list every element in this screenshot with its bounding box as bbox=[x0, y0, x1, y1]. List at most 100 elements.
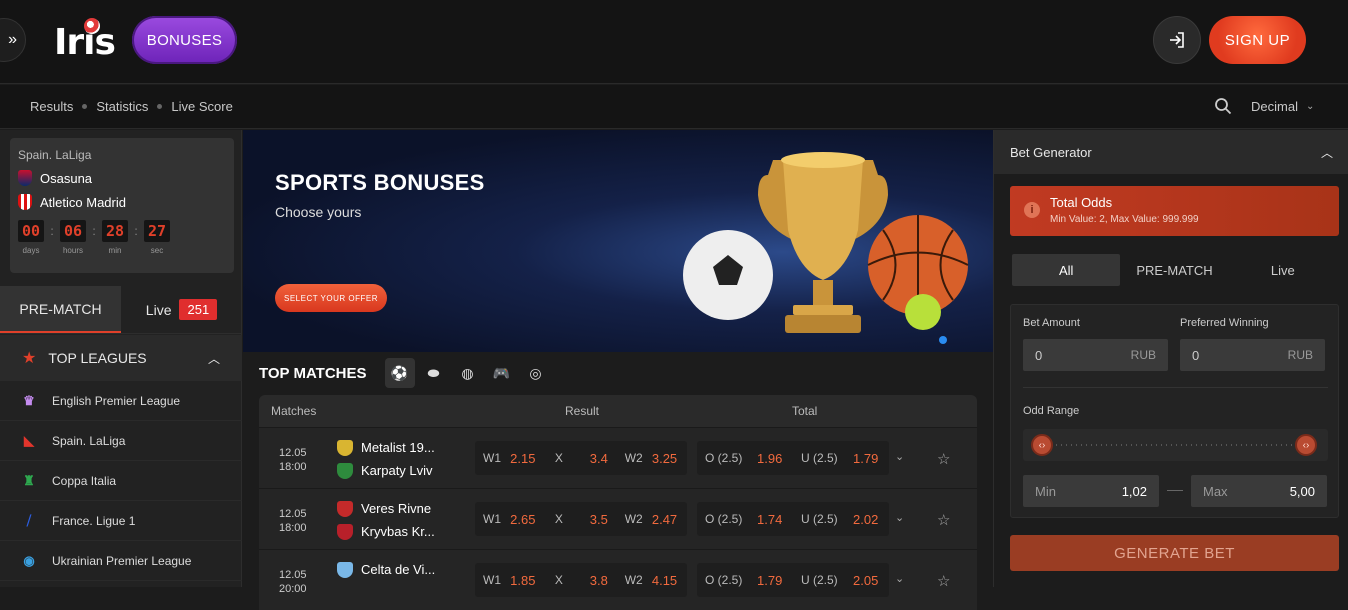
countdown-hours-value: 06 bbox=[60, 220, 86, 242]
x-odd[interactable]: 3.8 bbox=[590, 573, 625, 588]
odd-range-slider[interactable]: ‹› ‹› bbox=[1023, 429, 1328, 461]
live-count-badge: 251 bbox=[179, 299, 218, 320]
chevron-down-icon[interactable]: ⌄ bbox=[895, 511, 904, 524]
x-odd[interactable]: 3.5 bbox=[590, 512, 625, 527]
esports-tab[interactable]: 🎮 bbox=[487, 358, 517, 388]
table-row[interactable]: 12.05 20:00 Celta de Vi... W1 1.85 X 3.8… bbox=[259, 549, 977, 610]
banner-title: SPORTS BONUSES bbox=[275, 170, 485, 195]
team-away-name: Kryvbas Kr... bbox=[361, 524, 435, 539]
w2-odd[interactable]: 2.47 bbox=[652, 512, 679, 527]
table-row[interactable]: 12.05 18:00 Metalist 19... Karpaty Lviv … bbox=[259, 427, 977, 488]
league-item-upl[interactable]: ◉ Ukrainian Premier League bbox=[0, 541, 242, 581]
hockey-tab[interactable]: ⬬ bbox=[419, 358, 449, 388]
bet-amount-field[interactable]: 0 RUB bbox=[1023, 339, 1168, 371]
x-odd[interactable]: 3.4 bbox=[590, 451, 625, 466]
chevron-down-icon[interactable]: ⌄ bbox=[895, 450, 904, 463]
over-odd[interactable]: 1.79 bbox=[757, 573, 801, 588]
over-odd[interactable]: 1.74 bbox=[757, 512, 801, 527]
search-icon[interactable] bbox=[1214, 97, 1232, 115]
odd-range-min-handle[interactable]: ‹› bbox=[1031, 434, 1053, 456]
tab-live[interactable]: Live bbox=[1229, 254, 1337, 286]
chevron-down-icon[interactable]: ⌄ bbox=[895, 572, 904, 585]
league-item-coppa-italia[interactable]: ♜ Coppa Italia bbox=[0, 461, 242, 501]
league-name: France. Ligue 1 bbox=[52, 513, 136, 528]
tab-live[interactable]: Live 251 bbox=[121, 286, 242, 333]
banner-subtitle: Choose yours bbox=[275, 204, 362, 220]
team-away: Atletico Madrid bbox=[18, 194, 226, 210]
upcoming-match-card[interactable]: Spain. LaLiga Osasuna Atletico Madrid 00… bbox=[10, 138, 234, 273]
league-item-epl[interactable]: ♛ English Premier League bbox=[0, 381, 242, 421]
laliga-icon: ◣ bbox=[24, 432, 34, 448]
leagues-list: ♛ English Premier League ◣ Spain. LaLiga… bbox=[0, 381, 242, 581]
tennis-tab[interactable]: ◍ bbox=[453, 358, 483, 388]
header: » Iris BONUSES SIGN UP bbox=[0, 0, 1348, 84]
table-row[interactable]: 12.05 18:00 Veres Rivne Kryvbas Kr... W1… bbox=[259, 488, 977, 549]
top-leagues-title: TOP LEAGUES bbox=[48, 350, 147, 366]
generate-bet-button[interactable]: GENERATE BET bbox=[1010, 535, 1339, 571]
w1-odd[interactable]: 2.65 bbox=[510, 512, 555, 527]
celta-crest-icon bbox=[337, 561, 353, 578]
metalist-crest-icon bbox=[337, 439, 353, 456]
min-odd-field[interactable]: Min 1,02 bbox=[1023, 475, 1159, 507]
match-league: Spain. LaLiga bbox=[18, 148, 92, 162]
x-label: X bbox=[554, 451, 563, 465]
league-item-laliga[interactable]: ◣ Spain. LaLiga bbox=[0, 421, 242, 461]
max-odd-field[interactable]: Max 5,00 bbox=[1191, 475, 1327, 507]
odd-range-label: Odd Range bbox=[1023, 405, 1080, 417]
preferred-winning-field[interactable]: 0 RUB bbox=[1180, 339, 1325, 371]
tab-prematch[interactable]: PRE-MATCH bbox=[1120, 254, 1228, 286]
bet-generator-header[interactable]: Bet Generator ︿ bbox=[994, 130, 1348, 174]
bet-amount-unit: RUB bbox=[1130, 348, 1156, 362]
w1-odd[interactable]: 2.15 bbox=[510, 451, 555, 466]
tab-prematch[interactable]: PRE-MATCH bbox=[0, 286, 121, 333]
range-dash bbox=[1167, 490, 1183, 491]
star-outline-icon[interactable]: ☆ bbox=[937, 511, 950, 529]
trophy-balls-illustration bbox=[683, 152, 969, 344]
over-odd[interactable]: 1.96 bbox=[757, 451, 801, 466]
sport-filter-tabs: ⚽ ⬬ ◍ 🎮 ◎ bbox=[384, 358, 551, 388]
w2-odd[interactable]: 3.25 bbox=[652, 451, 679, 466]
under-odd[interactable]: 1.79 bbox=[853, 451, 881, 466]
match-date: 12.05 bbox=[279, 569, 307, 581]
odds-format-select[interactable]: Decimal ⌄ bbox=[1251, 99, 1314, 114]
sports-bonuses-banner[interactable]: SPORTS BONUSES Choose yours SELECT YOUR … bbox=[243, 130, 993, 352]
countdown-separator: : bbox=[50, 224, 54, 238]
preferred-winning-unit: RUB bbox=[1287, 348, 1313, 362]
star-outline-icon[interactable]: ☆ bbox=[937, 450, 950, 468]
chevron-up-icon: ︿ bbox=[1320, 145, 1333, 160]
soccer-tab[interactable]: ⚽ bbox=[384, 358, 415, 388]
over-label: O (2.5) bbox=[705, 573, 743, 587]
league-name: Spain. LaLiga bbox=[52, 433, 126, 448]
w1-odd[interactable]: 1.85 bbox=[510, 573, 555, 588]
countdown-days-value: 00 bbox=[18, 220, 44, 242]
login-button[interactable] bbox=[1153, 16, 1201, 64]
odd-range-max-handle[interactable]: ‹› bbox=[1295, 434, 1317, 456]
total-odds-cell: O (2.5) 1.74 U (2.5) 2.02 bbox=[697, 502, 889, 536]
separator-dot bbox=[157, 104, 163, 109]
live-score-link[interactable]: Live Score bbox=[171, 99, 232, 114]
tab-all[interactable]: All bbox=[1012, 254, 1121, 286]
under-odd[interactable]: 2.02 bbox=[853, 512, 881, 527]
upl-icon: ◉ bbox=[23, 552, 35, 568]
star-outline-icon[interactable]: ☆ bbox=[937, 572, 950, 590]
countdown-hours-label: hours bbox=[62, 246, 83, 255]
bonuses-button[interactable]: BONUSES bbox=[132, 16, 237, 64]
select-offer-button[interactable]: SELECT YOUR OFFER bbox=[275, 284, 387, 312]
sidebar-toggle-button[interactable]: » bbox=[0, 18, 26, 62]
results-link[interactable]: Results bbox=[30, 99, 73, 114]
signup-button[interactable]: SIGN UP bbox=[1209, 16, 1306, 64]
hockey-puck-icon: ⬬ bbox=[427, 364, 440, 381]
team-away-name: Karpaty Lviv bbox=[361, 463, 433, 478]
basketball-tab[interactable]: ◎ bbox=[521, 358, 551, 388]
under-odd[interactable]: 2.05 bbox=[853, 573, 881, 588]
countdown-seconds: 27 sec bbox=[144, 220, 170, 255]
league-item-ligue1[interactable]: ⧸ France. Ligue 1 bbox=[0, 501, 242, 541]
premier-league-icon: ♛ bbox=[23, 392, 35, 408]
under-label: U (2.5) bbox=[801, 573, 838, 587]
statistics-link[interactable]: Statistics bbox=[96, 99, 148, 114]
top-leagues-header[interactable]: ★ TOP LEAGUES ︿ bbox=[0, 335, 242, 381]
match-teams: Metalist 19... Karpaty Lviv bbox=[337, 436, 435, 482]
w2-odd[interactable]: 4.15 bbox=[652, 573, 679, 588]
kryvbas-crest-icon bbox=[337, 523, 353, 540]
under-label: U (2.5) bbox=[801, 451, 838, 465]
